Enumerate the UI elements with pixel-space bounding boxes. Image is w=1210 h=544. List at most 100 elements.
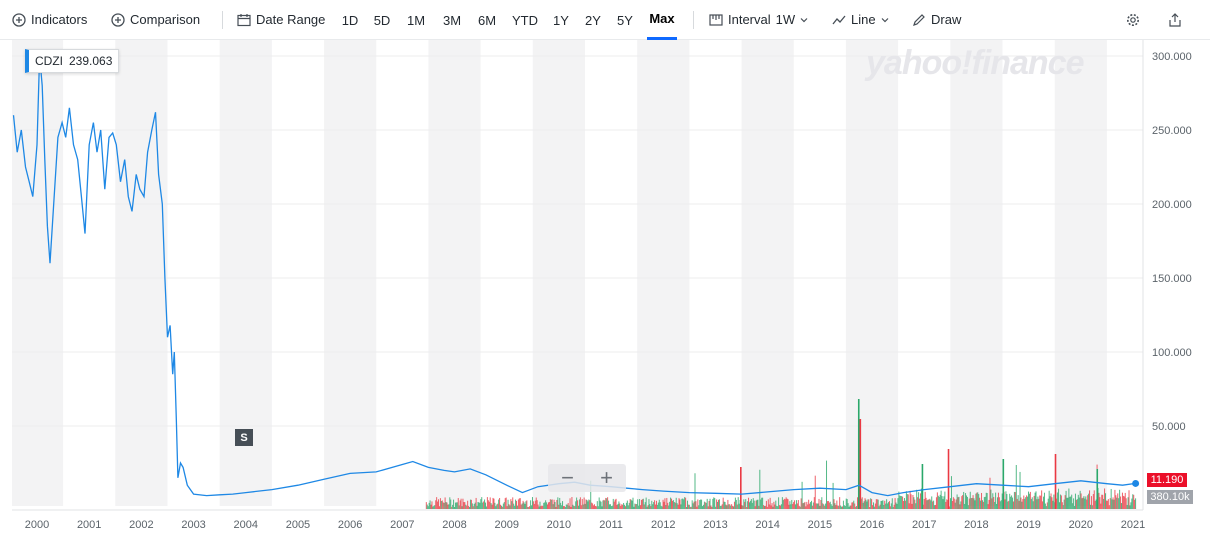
volume-bar xyxy=(893,504,895,509)
volume-bar xyxy=(796,503,798,509)
volume-bar xyxy=(891,498,893,509)
volume-bar xyxy=(709,498,711,509)
volume-bar xyxy=(663,501,665,509)
volume-bar xyxy=(539,501,541,509)
volume-bar xyxy=(546,502,548,509)
volume-bar xyxy=(1018,500,1020,509)
volume-bar xyxy=(776,505,778,509)
volume-bar xyxy=(1000,500,1002,509)
volume-bar xyxy=(469,499,471,509)
volume-bar xyxy=(614,499,616,509)
volume-bar xyxy=(526,500,528,509)
volume-spike xyxy=(947,449,950,509)
volume-bar xyxy=(1113,499,1115,509)
volume-bar xyxy=(1120,496,1122,509)
settings-button[interactable] xyxy=(1126,0,1140,40)
volume-bar xyxy=(913,497,915,509)
volume-bar xyxy=(1128,490,1130,509)
volume-bar xyxy=(914,499,916,509)
volume-bar xyxy=(1049,496,1051,509)
volume-bar xyxy=(748,497,750,509)
range-ytd[interactable]: YTD xyxy=(510,0,540,40)
volume-bar xyxy=(483,501,485,509)
tooltip-value: 239.063 xyxy=(69,54,113,68)
volume-bar xyxy=(989,477,991,509)
volume-bar xyxy=(679,499,681,509)
chart-type-dropdown[interactable]: Line xyxy=(832,0,889,40)
volume-bar xyxy=(1114,489,1116,509)
draw-label: Draw xyxy=(931,12,962,27)
volume-bar xyxy=(660,505,662,509)
volume-bar xyxy=(961,496,963,509)
volume-bar xyxy=(874,503,876,509)
indicators-button[interactable]: Indicators xyxy=(12,0,87,40)
zoom-out-button[interactable]: − xyxy=(553,464,583,492)
volume-bar xyxy=(830,504,832,509)
date-range-button[interactable]: Date Range xyxy=(237,0,325,40)
volume-bar xyxy=(598,497,600,509)
range-5d[interactable]: 5D xyxy=(371,0,393,40)
volume-bar xyxy=(996,497,998,509)
range-max[interactable]: Max xyxy=(647,0,677,40)
range-5y[interactable]: 5Y xyxy=(614,0,636,40)
volume-bar xyxy=(624,506,626,509)
zoom-in-button[interactable]: + xyxy=(592,464,622,492)
volume-bar xyxy=(1066,497,1068,509)
volume-bar xyxy=(799,506,801,509)
volume-bar xyxy=(694,473,696,509)
volume-bar xyxy=(801,481,803,509)
volume-bar xyxy=(819,505,821,509)
crosshair-tooltip: CDZI 239.063 xyxy=(25,49,120,73)
volume-bar xyxy=(486,497,488,509)
volume-bar xyxy=(1106,500,1108,509)
volume-bar xyxy=(828,502,830,509)
draw-button[interactable]: Draw xyxy=(912,0,961,40)
volume-bar xyxy=(687,504,689,509)
volume-bar xyxy=(990,489,992,509)
volume-bar xyxy=(479,502,481,509)
volume-bar xyxy=(643,504,645,509)
comparison-button[interactable]: Comparison xyxy=(111,0,200,40)
volume-bar xyxy=(427,506,429,509)
volume-bar xyxy=(707,506,709,509)
volume-bar xyxy=(800,498,802,509)
y-tick-label: 100.000 xyxy=(1152,347,1192,359)
volume-bar xyxy=(1029,491,1031,509)
volume-bar xyxy=(655,500,657,509)
last-volume-tag: 380.10k xyxy=(1147,490,1193,504)
volume-bar xyxy=(802,503,804,509)
range-1m[interactable]: 1M xyxy=(404,0,428,40)
range-6m[interactable]: 6M xyxy=(475,0,499,40)
volume-bar xyxy=(941,496,943,509)
volume-bar xyxy=(963,491,965,509)
volume-bar xyxy=(992,493,994,509)
volume-bar xyxy=(959,504,961,509)
range-1y[interactable]: 1Y xyxy=(551,0,571,40)
range-1d[interactable]: 1D xyxy=(339,0,361,40)
volume-bar xyxy=(725,504,727,509)
volume-bar xyxy=(751,502,753,509)
x-tick-label: 2018 xyxy=(964,519,988,531)
volume-bar xyxy=(584,503,586,509)
volume-bar xyxy=(926,500,928,509)
y-axis-ticks: 50.000 100.000 150.000 200.000 250.000 300.00… xyxy=(1152,51,1192,433)
interval-dropdown[interactable]: Interval 1W xyxy=(709,0,808,40)
volume-bar xyxy=(1093,490,1095,509)
volume-bar xyxy=(434,505,436,509)
volume-bar xyxy=(841,506,843,509)
volume-bar xyxy=(617,503,619,509)
range-3m[interactable]: 3M xyxy=(440,0,464,40)
volume-bar xyxy=(1053,494,1055,509)
volume-bar xyxy=(540,506,542,509)
range-2y[interactable]: 2Y xyxy=(582,0,604,40)
volume-bar xyxy=(935,497,937,509)
volume-bar xyxy=(562,501,564,509)
volume-bar xyxy=(747,501,749,509)
volume-bar xyxy=(903,500,905,509)
volume-bar xyxy=(909,490,911,509)
share-button[interactable] xyxy=(1168,0,1182,40)
volume-bar xyxy=(481,497,483,509)
volume-bar xyxy=(634,503,636,509)
split-event-marker[interactable]: S xyxy=(235,429,253,446)
volume-bar xyxy=(862,502,864,509)
